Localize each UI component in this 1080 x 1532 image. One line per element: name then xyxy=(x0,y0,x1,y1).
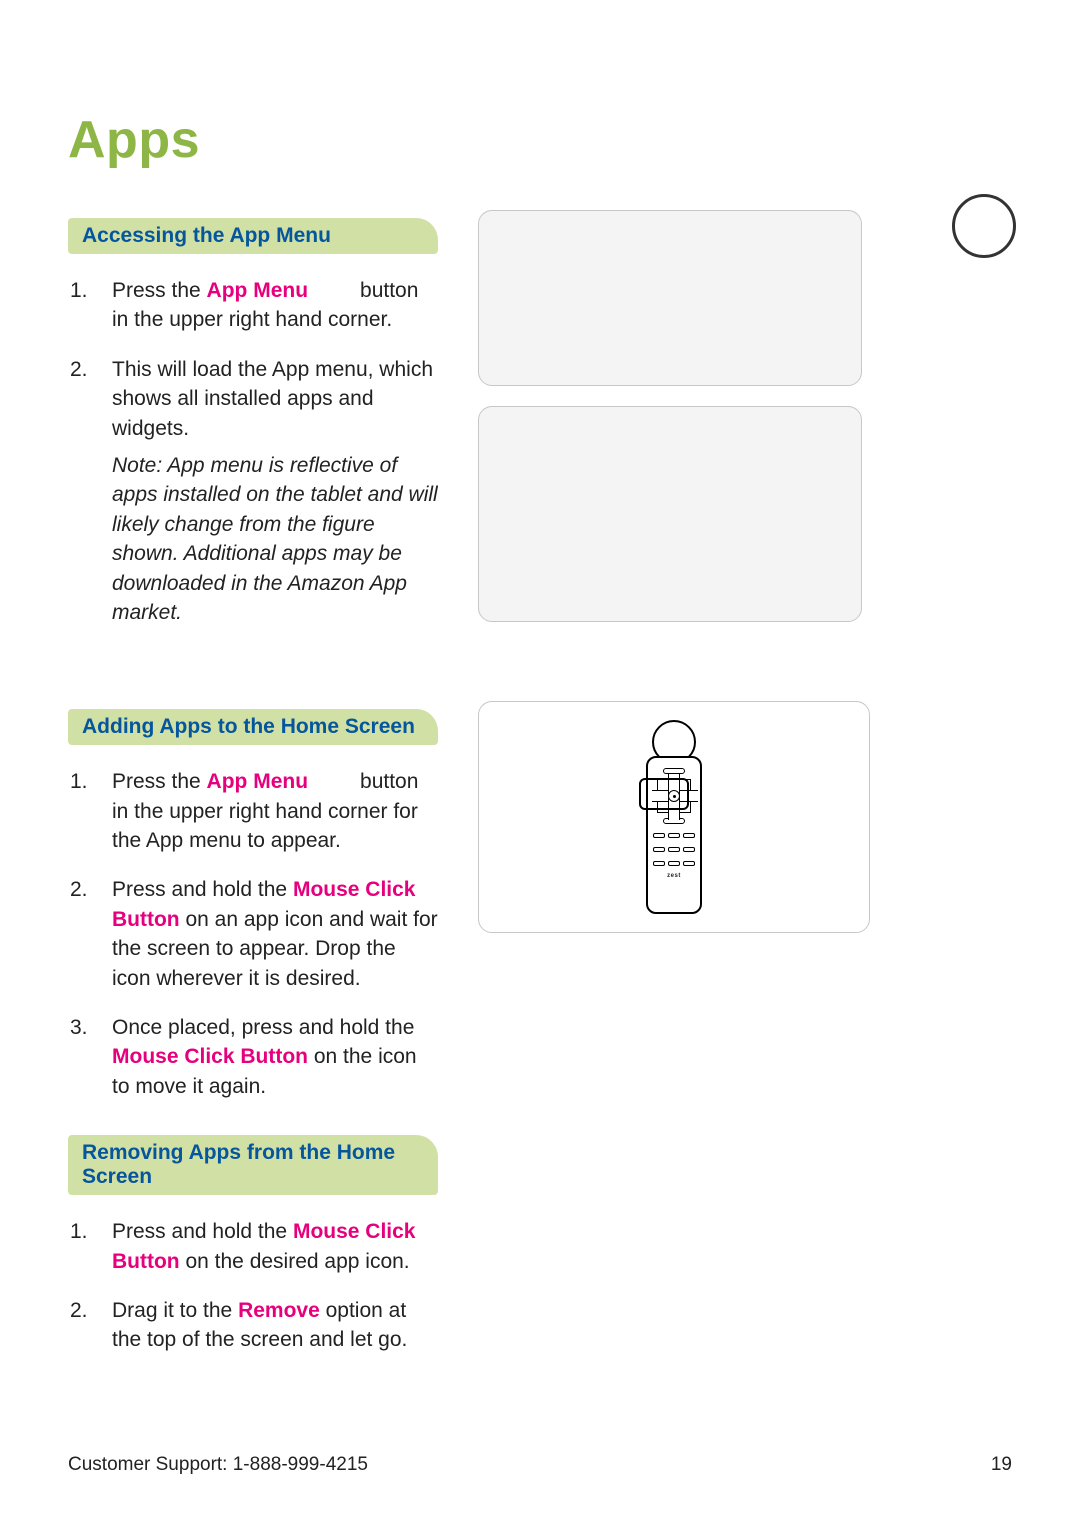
customer-support-text: Customer Support: 1-888-999-4215 xyxy=(68,1454,368,1476)
note-text: Note: App menu is reflective of apps ins… xyxy=(112,451,438,627)
list-item: 2. Drag it to the Remove option at the t… xyxy=(108,1296,438,1355)
heading-removing: Removing Apps from the Home Screen xyxy=(68,1135,438,1195)
remote-illustration-box: zest xyxy=(478,701,870,933)
page-footer: Customer Support: 1-888-999-4215 19 xyxy=(68,1454,1012,1476)
remote-brand-label: zest xyxy=(667,873,681,879)
list-item: 1. Press and hold the Mouse Click Button… xyxy=(108,1217,438,1276)
section-adding: Adding Apps to the Home Screen 1. Press … xyxy=(68,701,1012,1121)
page-title: Apps xyxy=(68,110,1012,170)
heading-accessing: Accessing the App Menu xyxy=(68,218,438,254)
section-removing: Removing Apps from the Home Screen 1. Pr… xyxy=(68,1135,438,1355)
list-item: 1. Press the App Menubutton in the upper… xyxy=(108,767,438,855)
steps-adding: 1. Press the App Menubutton in the upper… xyxy=(68,767,438,1101)
remote-icon: zest xyxy=(646,720,702,914)
remove-highlight: Remove xyxy=(238,1299,320,1322)
app-menu-highlight: App Menu xyxy=(207,770,308,793)
list-item: 1. Press the App Menubutton in the upper… xyxy=(108,276,438,335)
tablet-home-screenshot-icon xyxy=(478,210,862,386)
list-item: 2. This will load the App menu, which sh… xyxy=(108,355,438,628)
dpad-callout-icon xyxy=(639,778,689,810)
list-item: 2. Press and hold the Mouse Click Button… xyxy=(108,875,438,993)
steps-removing: 1. Press and hold the Mouse Click Button… xyxy=(68,1217,438,1355)
circle-callout-icon xyxy=(952,194,1016,258)
mouse-click-highlight: Mouse Click Button xyxy=(112,1045,308,1068)
list-item: 3. Once placed, press and hold the Mouse… xyxy=(108,1013,438,1101)
app-menu-highlight: App Menu xyxy=(207,279,308,302)
heading-adding: Adding Apps to the Home Screen xyxy=(68,709,438,745)
page: Apps Accessing the App Menu 1. Press the… xyxy=(0,0,1080,1532)
tablet-apps-screenshot-icon xyxy=(478,406,862,622)
page-number: 19 xyxy=(991,1454,1012,1476)
steps-accessing: 1. Press the App Menubutton in the upper… xyxy=(68,276,438,627)
section-accessing: Accessing the App Menu 1. Press the App … xyxy=(68,210,1012,647)
